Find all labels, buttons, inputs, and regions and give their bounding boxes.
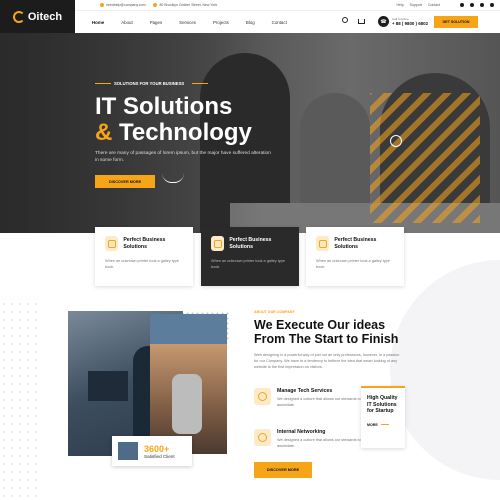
hero-section: SOLUTIONS FOR YOUR BUSINESS IT Solutions… [0, 33, 500, 233]
hero-title-line1: IT Solutions [95, 93, 233, 120]
service-item[interactable]: Manage Tech Services We designed a cultu… [254, 388, 364, 408]
background-circle-decoration [390, 260, 500, 480]
feature-card-head: Perfect Business Solutions [105, 236, 183, 251]
satisfied-client-badge: 3600+ Satisfied Client [112, 436, 192, 466]
play-icon[interactable] [390, 135, 402, 147]
feature-desc: When an unknown printer took a galley ty… [211, 259, 285, 269]
topbar-right: Help Support Contact [396, 3, 494, 7]
feature-title: Perfect Business Solutions [229, 237, 272, 250]
service-item[interactable]: Internal Networking We designed a cultur… [254, 429, 364, 449]
target-icon [316, 236, 330, 251]
hero-description: There are many of passages of lorem ipsu… [95, 151, 271, 163]
feature-card[interactable]: Perfect Business Solutions When an unkno… [95, 227, 193, 286]
search-icon [342, 17, 348, 23]
twitter-icon[interactable] [460, 3, 464, 7]
about-title-line2: From The Start to Finish [254, 332, 399, 346]
nav-blog[interactable]: Blog [246, 20, 255, 25]
nav-projects[interactable]: Projects [213, 20, 229, 25]
instagram-icon[interactable] [490, 3, 494, 7]
cart-icon [358, 19, 365, 24]
hero-title-word: Technology [119, 119, 252, 146]
service-desc: We designed a culture that allows our st… [277, 438, 361, 448]
topbar: needhelp@company.com 80 Brooklyn Golden … [75, 0, 500, 10]
feature-title: Perfect Business Solutions [334, 237, 377, 250]
feature-desc: When an unknown printer took a galley ty… [316, 259, 390, 269]
quality-card[interactable]: High Quality IT Solutions for Startup MO… [361, 386, 405, 448]
hero-title-amp: & [95, 119, 113, 146]
about-description: Web designing in a powerful way of just … [254, 353, 400, 369]
network-icon [254, 429, 271, 446]
topbar-link-help[interactable]: Help [396, 3, 403, 7]
nav-about[interactable]: About [121, 20, 132, 25]
topbar-email-text: needhelp@company.com [106, 3, 146, 7]
feature-card-head: Perfect Business Solutions [316, 236, 394, 251]
quality-title: High Quality IT Solutions for Startup [367, 395, 398, 414]
hero-title-line2: & Technology [95, 120, 252, 146]
about-discover-button[interactable]: DISCOVER MORE [254, 462, 312, 478]
dot-pattern-decoration [0, 300, 40, 500]
feature-card[interactable]: Perfect Business Solutions When an unkno… [306, 227, 404, 286]
phone-contact[interactable]: ☎ Call Anytime + 88 ( 9800 ) 6802 [378, 16, 428, 27]
about-photo-small [150, 314, 227, 344]
gear-icon [211, 236, 225, 251]
photo-arm [172, 374, 202, 434]
quality-more-label: MORE [367, 422, 378, 427]
service-title: Internal Networking [277, 429, 326, 435]
arrow-right-icon [380, 424, 389, 425]
hero-tag-line [192, 83, 208, 84]
nav-home[interactable]: Home [92, 20, 104, 25]
phone-text: Call Anytime + 88 ( 9800 ) 6802 [392, 17, 428, 26]
page: Oitech needhelp@company.com 80 Brooklyn … [0, 0, 500, 500]
logo[interactable]: Oitech [0, 0, 75, 33]
mail-icon [100, 3, 104, 7]
phone-number: + 88 ( 9800 ) 6802 [392, 21, 429, 26]
hero-discover-button[interactable]: DISCOVER MORE [95, 175, 155, 188]
stat-number: 3600+ [144, 443, 170, 454]
service-text: Manage Tech Services We designed a cultu… [277, 388, 364, 408]
pinterest-icon[interactable] [480, 3, 484, 7]
hero-stripes-decoration [370, 93, 480, 223]
cart-button[interactable] [358, 17, 366, 25]
chart-icon [105, 236, 119, 251]
get-solution-button[interactable]: GET SOLUTION [434, 16, 478, 28]
feature-title: Perfect Business Solutions [123, 237, 166, 250]
facebook-icon[interactable] [470, 3, 474, 7]
topbar-address: 80 Brooklyn Golden Street. New York [153, 3, 217, 7]
logo-text: Oitech [27, 10, 63, 23]
tech-icon [254, 388, 271, 405]
about-tag: ABOUT OUR COMPANY [254, 310, 295, 314]
about-title-line1: We Execute Our ideas [254, 318, 386, 332]
service-desc: We designed a culture that allows our st… [277, 397, 361, 407]
topbar-email[interactable]: needhelp@company.com [100, 3, 145, 7]
topbar-link-support[interactable]: Support [410, 3, 422, 7]
nav-contact[interactable]: Contact [272, 20, 287, 25]
feature-card[interactable]: Perfect Business Solutions When an unkno… [201, 227, 299, 286]
photo-monitor [88, 371, 128, 401]
navbar: Home About Pages Services Projects Blog … [75, 10, 500, 33]
logo-mark-icon [12, 10, 25, 23]
service-title: Manage Tech Services [277, 388, 333, 394]
stat-text: 3600+ Satisfied Client [144, 444, 175, 459]
service-text: Internal Networking We designed a cultur… [277, 429, 364, 449]
hero-tag: SOLUTIONS FOR YOUR BUSINESS [114, 81, 185, 86]
feature-desc: When an unknown printer took a galley ty… [105, 259, 179, 269]
topbar-address-text: 80 Brooklyn Golden Street. New York [159, 3, 218, 7]
topbar-link-contact[interactable]: Contact [428, 3, 440, 7]
search-button[interactable] [342, 17, 350, 25]
nav-pages[interactable]: Pages [150, 20, 162, 25]
location-icon [153, 3, 158, 7]
nav-icons [342, 17, 366, 25]
hero-tag-line [95, 83, 111, 84]
stat-label: Satisfied Client [144, 453, 175, 459]
nav-services[interactable]: Services [179, 20, 196, 25]
phone-icon: ☎ [378, 16, 389, 27]
feature-card-head: Perfect Business Solutions [211, 236, 289, 251]
quality-more-link[interactable]: MORE [367, 423, 399, 427]
stat-thumbnail [118, 442, 138, 460]
